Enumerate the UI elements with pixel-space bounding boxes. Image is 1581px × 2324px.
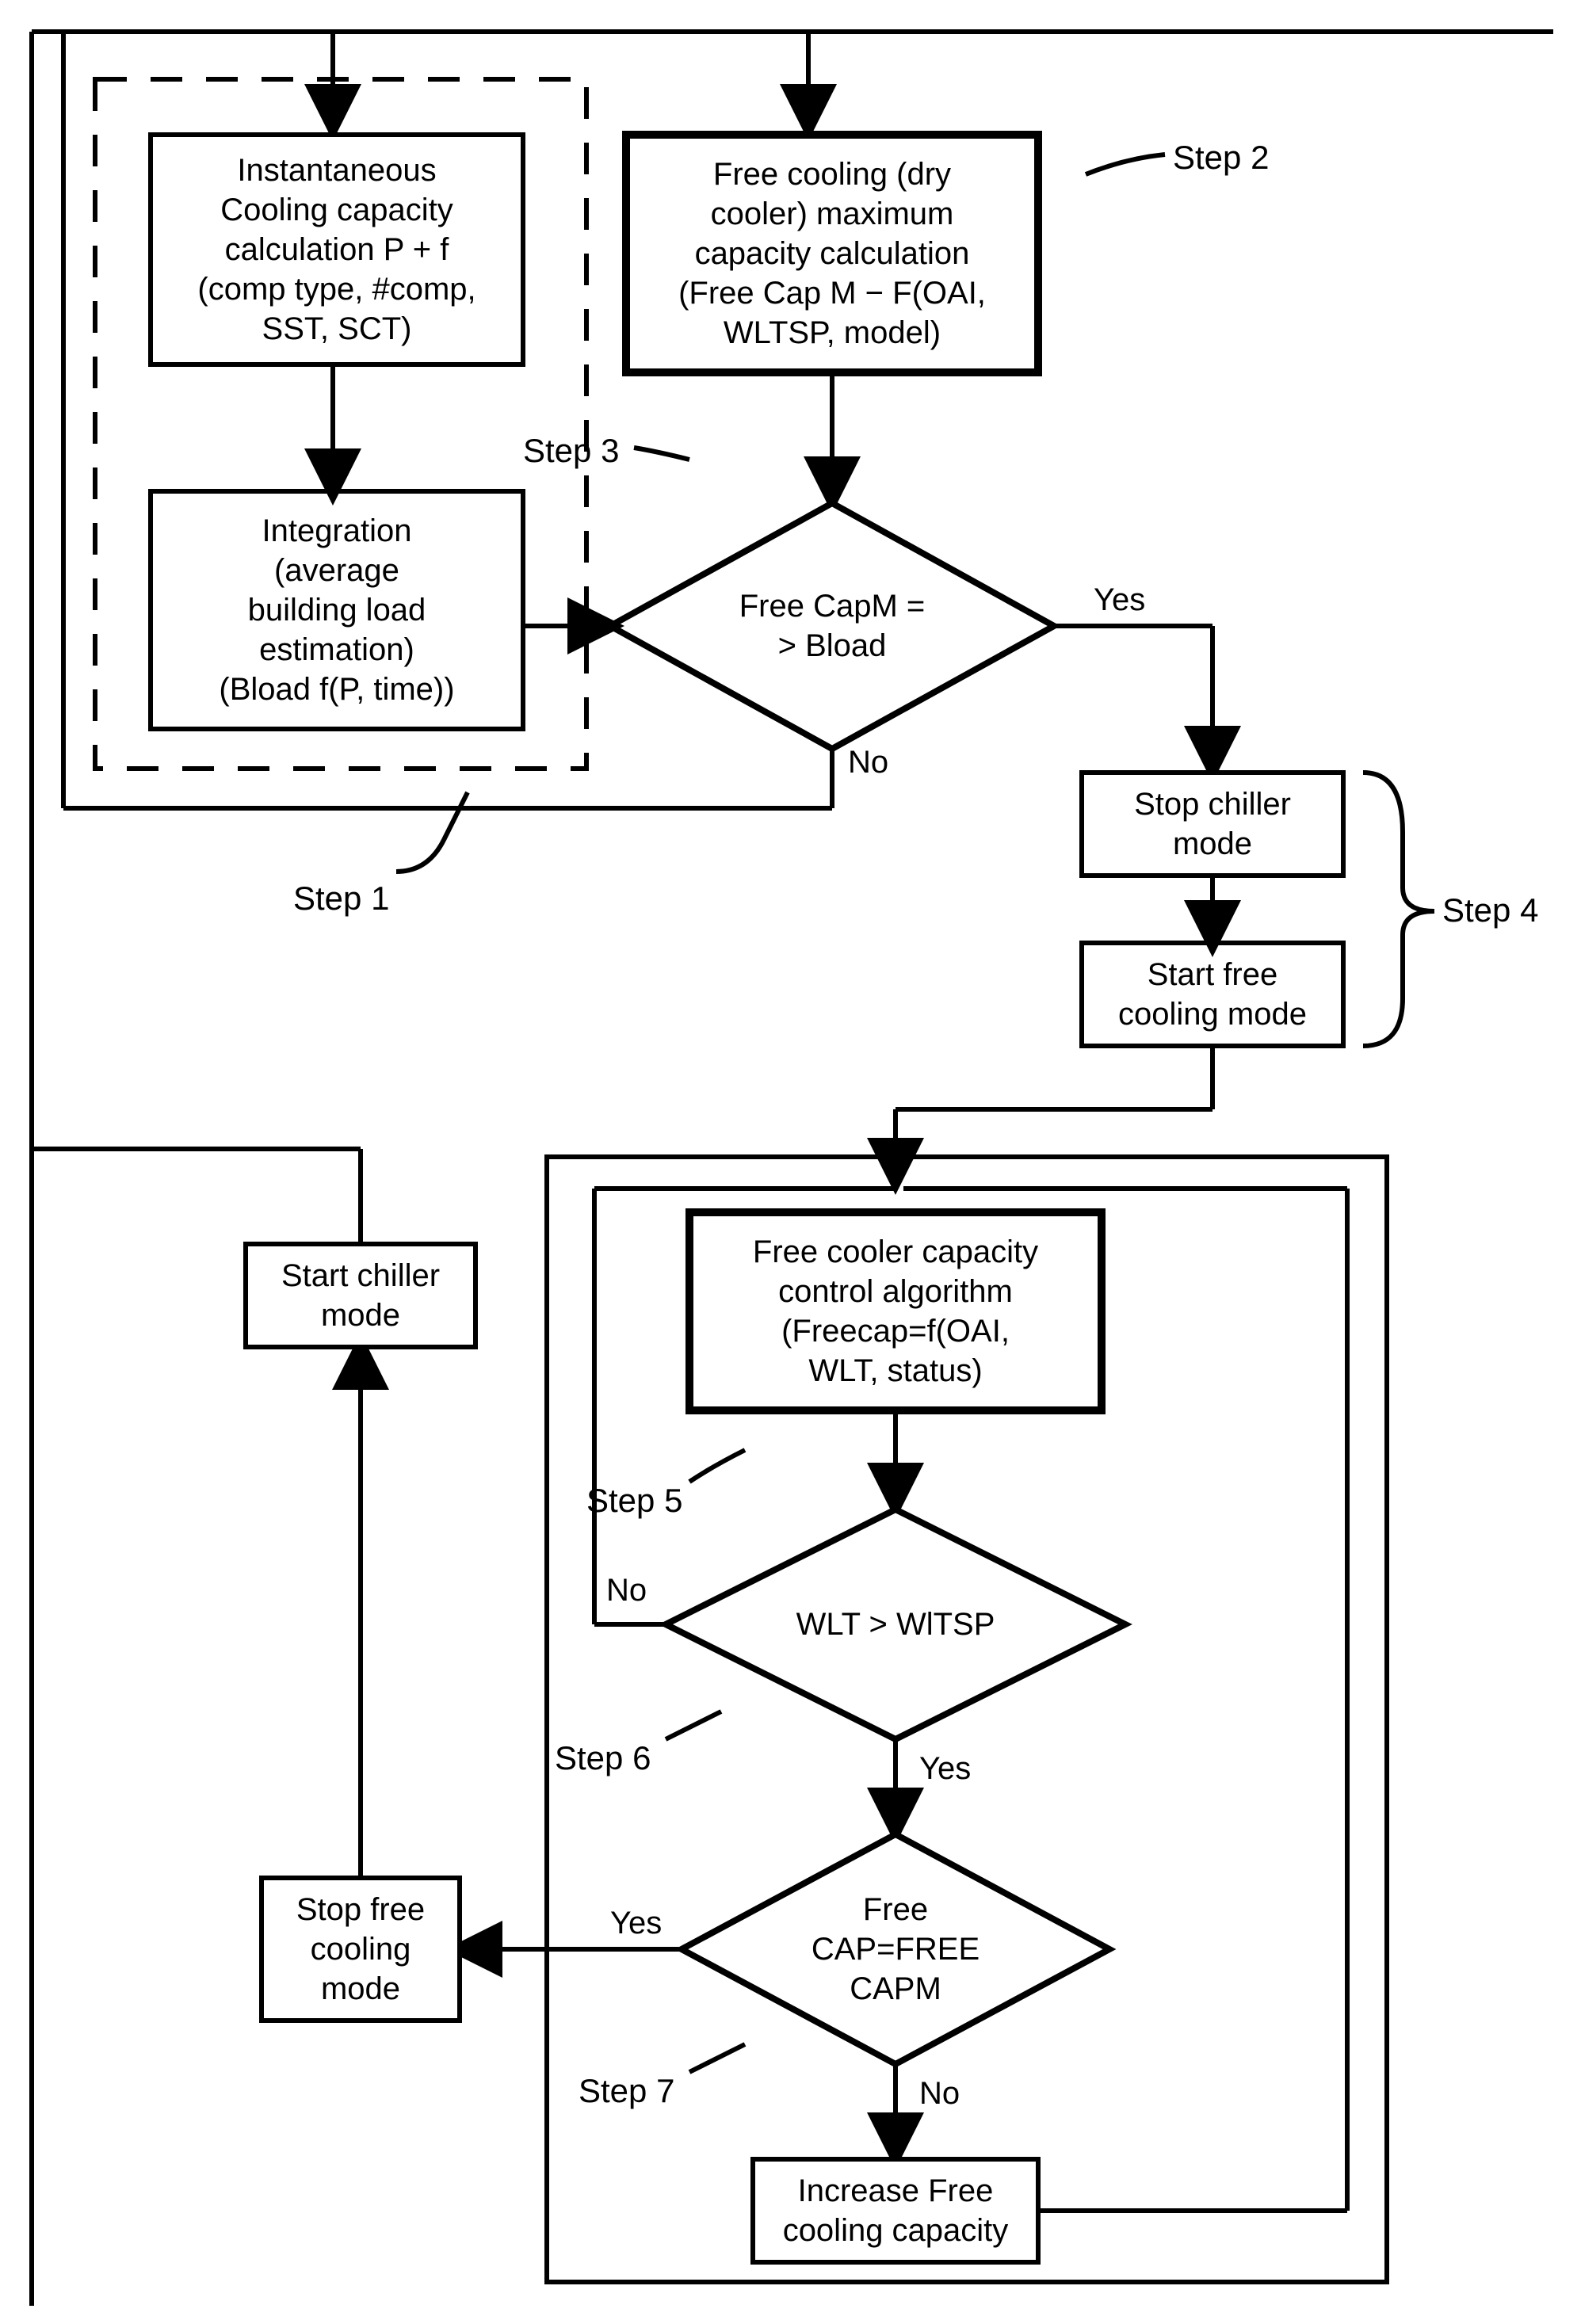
text-inst-cooling: Instantaneous Cooling capacity calculati…: [151, 139, 523, 361]
text-stop-chiller: Stop chiller mode: [1082, 773, 1343, 876]
label-step3: Step 3: [523, 432, 619, 470]
text-integration: Integration (average building load estim…: [151, 495, 523, 725]
label-step4: Step 4: [1442, 891, 1538, 929]
label-d3-no: No: [848, 745, 888, 780]
label-d7-no: No: [919, 2076, 960, 2112]
text-start-chiller: Start chiller mode: [246, 1244, 475, 1347]
text-free-cooling-max: Free cooling (dry cooler) maximum capaci…: [626, 139, 1038, 368]
label-d6-yes: Yes: [919, 1751, 971, 1787]
label-step7: Step 7: [579, 2072, 674, 2110]
text-d7: Free CAP=FREE CAPM: [769, 1886, 1022, 2013]
label-step5: Step 5: [586, 1482, 682, 1520]
text-start-free: Start free cooling mode: [1082, 943, 1343, 1046]
label-d3-yes: Yes: [1094, 582, 1145, 618]
text-d3: Free CapM = > Bload: [705, 571, 959, 681]
label-step1: Step 1: [293, 880, 389, 918]
label-d7-yes: Yes: [610, 1906, 662, 1941]
label-step2: Step 2: [1173, 139, 1269, 177]
text-stop-free: Stop free cooling mode: [262, 1878, 460, 2021]
label-d6-no: No: [606, 1573, 647, 1608]
text-free-cap-control: Free cooler capacity control algorithm (…: [689, 1216, 1102, 1406]
label-step6: Step 6: [555, 1739, 651, 1777]
text-increase-free: Increase Free cooling capacity: [753, 2159, 1038, 2262]
text-d6: WLT > WlTSP: [745, 1589, 1046, 1660]
